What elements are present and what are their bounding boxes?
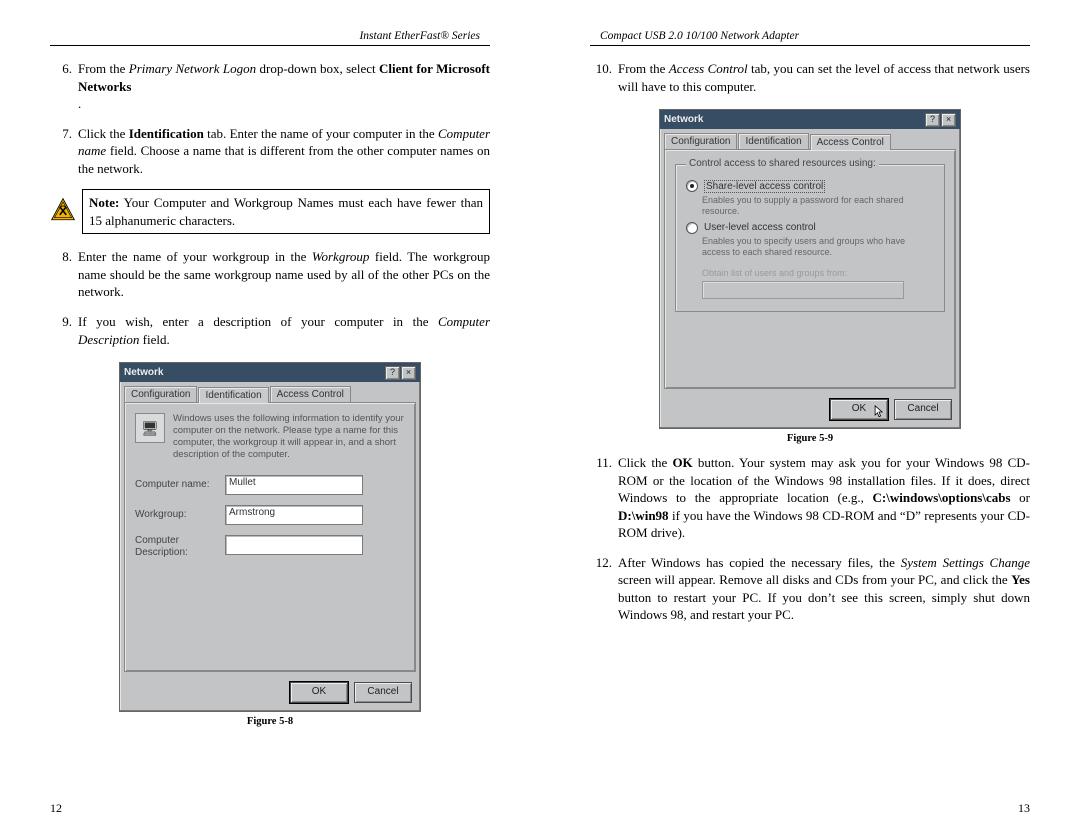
radio-dot-icon: [686, 222, 698, 234]
radio-label: Share-level access control: [704, 180, 825, 193]
close-button[interactable]: ×: [941, 113, 956, 127]
step-body: If you wish, enter a description of your…: [78, 313, 490, 348]
radio-share-level[interactable]: Share-level access control: [686, 180, 934, 193]
cancel-button[interactable]: Cancel: [354, 682, 412, 703]
page-left: Instant EtherFast® Series 6. From the Pr…: [0, 0, 540, 834]
step-num: 9.: [50, 313, 78, 348]
step-body: From the Primary Network Logon drop-down…: [78, 60, 490, 113]
tab-configuration[interactable]: Configuration: [664, 133, 737, 149]
dialog-title: Network: [124, 367, 163, 378]
ok-button[interactable]: OK: [290, 682, 348, 703]
radio-label: User-level access control: [704, 222, 816, 233]
cancel-button[interactable]: Cancel: [894, 399, 952, 420]
step-11: 11. Click the OK button. Your system may…: [590, 454, 1030, 542]
radio-user-level[interactable]: User-level access control: [686, 222, 934, 234]
tab-access-control[interactable]: Access Control: [270, 386, 351, 402]
dialog-titlebar: Network ? ×: [120, 363, 420, 382]
hint-text: Windows uses the following information t…: [173, 413, 405, 461]
step-body: Click the OK button. Your system may ask…: [618, 454, 1030, 542]
steps-left: 6. From the Primary Network Logon drop-d…: [50, 60, 490, 177]
step-body: Click the Identification tab. Enter the …: [78, 125, 490, 178]
field-computer-name: Computer name: Mullet: [135, 475, 405, 495]
network-dialog-identification: Network ? × Configuration Identification…: [119, 362, 421, 712]
figure-caption-5-9: Figure 5-9: [590, 433, 1030, 444]
steps-left-2: 8. Enter the name of your workgroup in t…: [50, 248, 490, 348]
step-num: 11.: [590, 454, 618, 542]
step-num: 10.: [590, 60, 618, 95]
input-workgroup[interactable]: Armstrong: [225, 505, 363, 525]
field-workgroup: Workgroup: Armstrong: [135, 505, 405, 525]
tab-configuration[interactable]: Configuration: [124, 386, 197, 402]
button-row: OK Cancel: [660, 393, 960, 428]
tab-identification[interactable]: Identification: [198, 387, 268, 403]
tab-access-control[interactable]: Access Control: [810, 134, 891, 150]
step-6: 6. From the Primary Network Logon drop-d…: [50, 60, 490, 113]
note-box: Note: Your Computer and Workgroup Names …: [82, 189, 490, 234]
help-button[interactable]: ?: [925, 113, 940, 127]
warning-icon: [50, 197, 76, 227]
note-row: Note: Your Computer and Workgroup Names …: [50, 189, 490, 234]
step-body: From the Access Control tab, you can set…: [618, 60, 1030, 95]
step-num: 12.: [590, 554, 618, 624]
step-num: 6.: [50, 60, 78, 113]
step-num: 7.: [50, 125, 78, 178]
page-right: Compact USB 2.0 10/100 Network Adapter 1…: [540, 0, 1080, 834]
running-head-left: Instant EtherFast® Series: [50, 30, 490, 46]
radio-desc: Enables you to supply a password for eac…: [702, 195, 934, 218]
step-body: Enter the name of your workgroup in the …: [78, 248, 490, 301]
tab-body: Control access to shared resources using…: [664, 149, 956, 389]
step-12: 12. After Windows has copied the necessa…: [590, 554, 1030, 624]
step-body: After Windows has copied the necessary f…: [618, 554, 1030, 624]
step-num: 8.: [50, 248, 78, 301]
step-7: 7. Click the Identification tab. Enter t…: [50, 125, 490, 178]
page-number-right: 13: [1018, 801, 1030, 816]
dialog-titlebar: Network ? ×: [660, 110, 960, 129]
radio-desc: Enables you to specify users and groups …: [702, 236, 934, 259]
dialog-title: Network: [664, 114, 703, 125]
tab-body: 🖥 Windows uses the following information…: [124, 402, 416, 672]
step-9: 9. If you wish, enter a description of y…: [50, 313, 490, 348]
network-dialog-access-control: Network ? × Configuration Identification…: [659, 109, 961, 429]
groupbox-legend: Control access to shared resources using…: [686, 158, 879, 169]
computer-network-icon: 🖥: [135, 413, 165, 443]
disabled-input: [702, 281, 904, 299]
field-computer-description: Computer Description:: [135, 535, 405, 559]
tab-identification[interactable]: Identification: [738, 133, 808, 149]
tab-strip: Configuration Identification Access Cont…: [120, 382, 420, 402]
steps-right-1: 10. From the Access Control tab, you can…: [590, 60, 1030, 95]
label-workgroup: Workgroup:: [135, 509, 225, 520]
tab-strip: Configuration Identification Access Cont…: [660, 129, 960, 149]
step-10: 10. From the Access Control tab, you can…: [590, 60, 1030, 95]
window-controls: ? ×: [925, 113, 956, 127]
button-row: OK Cancel: [120, 676, 420, 711]
input-computer-description[interactable]: [225, 535, 363, 555]
radio-dot-icon: [686, 180, 698, 192]
hint-row: 🖥 Windows uses the following information…: [135, 413, 405, 461]
running-head-right: Compact USB 2.0 10/100 Network Adapter: [590, 30, 1030, 46]
label-computer-name: Computer name:: [135, 479, 225, 490]
figure-caption-5-8: Figure 5-8: [50, 716, 490, 727]
input-computer-name[interactable]: Mullet: [225, 475, 363, 495]
step-8: 8. Enter the name of your workgroup in t…: [50, 248, 490, 301]
help-button[interactable]: ?: [385, 366, 400, 380]
steps-right-2: 11. Click the OK button. Your system may…: [590, 454, 1030, 624]
close-button[interactable]: ×: [401, 366, 416, 380]
disabled-label: Obtain list of users and groups from:: [702, 268, 934, 278]
access-groupbox: Control access to shared resources using…: [675, 164, 945, 312]
label-computer-description: Computer Description:: [135, 535, 225, 559]
window-controls: ? ×: [385, 366, 416, 380]
page-number-left: 12: [50, 801, 62, 816]
